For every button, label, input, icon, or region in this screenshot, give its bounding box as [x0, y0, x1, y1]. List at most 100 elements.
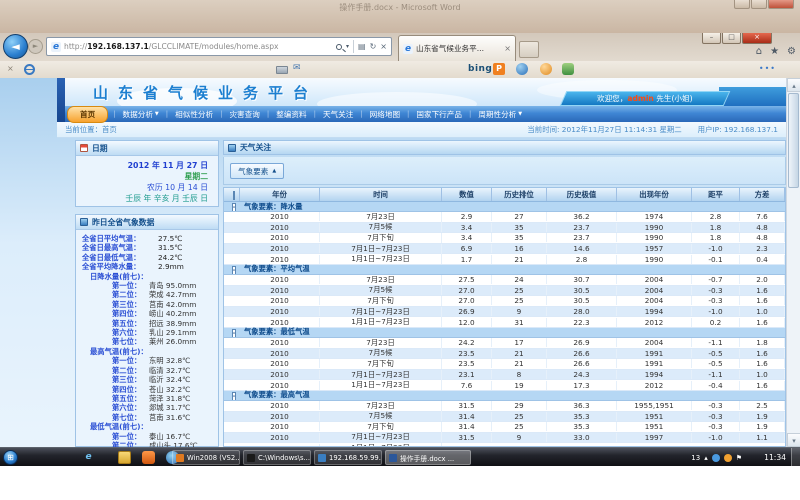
select-all-box[interactable] [224, 188, 240, 201]
tray-up-icon[interactable]: ▴ [704, 454, 708, 462]
back-button[interactable]: ◄ [3, 34, 28, 59]
taskbar-window-0[interactable]: Win2008 (VS2... [172, 450, 240, 465]
addon-icon-orange[interactable] [540, 63, 552, 75]
cell: 14.6 [547, 244, 617, 253]
scroll-up-icon[interactable]: ▴ [787, 78, 800, 92]
panel-icon [228, 144, 236, 152]
minimize-button[interactable]: – [702, 33, 721, 44]
nav-item-7[interactable]: 国家下行产品 [409, 109, 469, 120]
bg-close-button[interactable] [768, 0, 794, 9]
collapse-icon[interactable]: - [232, 329, 237, 337]
bing-logo[interactable]: bing [468, 64, 492, 74]
cell: 2010 [240, 275, 320, 284]
checkbox-icon[interactable] [233, 191, 235, 200]
table-group-header[interactable]: -气象要素：平均气温 [224, 265, 785, 275]
weather-section-title: 日降水量(前七)： [78, 272, 216, 281]
taskbar-clock[interactable]: 11:34 [764, 448, 786, 467]
rank-label: 第六位： [112, 328, 149, 337]
bg-maximize-button[interactable] [751, 0, 767, 9]
home-icon[interactable]: ⌂ [756, 46, 762, 57]
expand-toggle[interactable]: - [224, 265, 240, 274]
taskbar-window-1[interactable]: C:\Windows\s... [243, 450, 311, 465]
nav-item-0[interactable]: 首页 [67, 106, 108, 123]
scroll-down-icon[interactable]: ▾ [787, 433, 800, 447]
nav-item-8[interactable]: 周期性分析▼ [471, 109, 529, 120]
cell: 9 [492, 307, 547, 316]
weather-rank-row: 第六位：郯城 31.7℃ [78, 403, 216, 412]
browser-tab[interactable]: e 山东省气候业务平... × [398, 35, 516, 61]
nav-item-1[interactable]: 数据分析▼ [116, 109, 166, 120]
more-icon[interactable]: ••• [759, 64, 776, 73]
collapse-icon[interactable]: - [232, 266, 237, 274]
ie-quicklaunch-icon[interactable]: e [82, 451, 95, 464]
bg-minimize-button[interactable] [734, 0, 750, 9]
table-group-header[interactable]: -气象要素：最低气温 [224, 328, 785, 338]
table-group-header[interactable]: -气象要素：降水量 [224, 202, 785, 212]
table-row: 20107月下旬27.02530.52004-0.31.6 [224, 296, 785, 307]
table-row: 20107月5候31.42535.31951-0.31.9 [224, 412, 785, 423]
favorites-icon[interactable]: ★ [770, 46, 779, 57]
cell: 26.6 [547, 349, 617, 358]
table-row: 20107月1日~7月23日23.1824.31994-1.11.0 [224, 370, 785, 381]
search-icon[interactable] [336, 44, 342, 50]
maximize-button[interactable]: □ [722, 33, 741, 44]
close-toolbar-icon[interactable]: × [7, 64, 14, 73]
current-time: 当前时间: 2012年11月27日 11:14:31 星期二 [527, 124, 681, 135]
cell: 30.5 [547, 286, 617, 295]
cell: 19 [492, 381, 547, 390]
collapse-icon[interactable]: - [232, 392, 237, 400]
tray-icon-blue[interactable] [712, 454, 720, 462]
tab-close-icon[interactable]: × [504, 44, 511, 53]
stop-icon[interactable]: × [380, 42, 387, 51]
card-icon[interactable] [276, 66, 288, 74]
scrollbar-thumb[interactable] [788, 93, 799, 188]
cell: 2010 [240, 307, 320, 316]
element-filter-button[interactable]: 气象要素 ▲ [230, 163, 284, 179]
cell: 27.0 [442, 296, 492, 305]
expand-toggle[interactable]: - [224, 391, 240, 400]
taskbar-window-3[interactable]: 操作手册.docx ... [385, 450, 471, 465]
app-icon-orange[interactable] [142, 451, 155, 464]
cell: 1990 [617, 223, 692, 232]
gear-icon[interactable]: ⚙ [787, 46, 796, 57]
cell: 1.8 [692, 223, 740, 232]
addon-icon-green[interactable] [562, 63, 574, 75]
cell: 2010 [240, 349, 320, 358]
cell: 9 [492, 433, 547, 442]
collapse-icon[interactable]: - [232, 203, 237, 211]
blocked-icon[interactable] [24, 64, 35, 75]
expand-toggle[interactable]: - [224, 328, 240, 337]
nav-item-5[interactable]: 天气关注 [316, 109, 360, 120]
show-desktop-button[interactable] [791, 448, 800, 467]
action-center-flag-icon[interactable]: ⚑ [736, 454, 742, 462]
refresh-icon[interactable]: ↻ [370, 42, 377, 51]
scrollbar[interactable]: ▴ ▾ [786, 78, 800, 447]
taskbar-window-2[interactable]: 192.168.59.99... [314, 450, 382, 465]
tray-icon-orange[interactable] [724, 454, 732, 462]
cell: 2010 [240, 412, 320, 421]
mail-icon[interactable]: ✉ [293, 63, 301, 73]
compatibility-icon[interactable]: ▤ [358, 42, 366, 51]
cell: 2.3 [740, 244, 785, 253]
explorer-icon[interactable] [118, 451, 131, 464]
expand-toggle[interactable]: - [224, 202, 240, 211]
nav-item-6[interactable]: 网络地图 [363, 109, 407, 120]
address-bar[interactable]: e http://192.168.137.1/GLCCLIMATE/module… [46, 37, 392, 56]
cell: 3.4 [442, 223, 492, 232]
new-tab-button[interactable] [519, 41, 539, 58]
column-header: 出现年份 [617, 188, 692, 201]
cell: 7月23日 [320, 338, 442, 348]
weather-rank-row: 第四位：崂山 40.2mm [78, 309, 216, 318]
table-group-header[interactable]: -气象要素：最高气温 [224, 391, 785, 401]
nav-item-2[interactable]: 相似性分析 [168, 109, 220, 120]
bing-badge-icon[interactable]: P [493, 63, 505, 75]
cell: 7月5候 [320, 222, 442, 232]
start-button[interactable]: ⊞ [3, 450, 18, 465]
addon-icon-blue[interactable] [516, 63, 528, 75]
rank-value: 招远 38.9mm [149, 319, 196, 328]
nav-item-4[interactable]: 整编资料 [269, 109, 313, 120]
close-button[interactable]: × [742, 33, 772, 44]
chevron-down-icon[interactable]: ▾ [346, 43, 349, 50]
forward-button[interactable]: ► [28, 39, 43, 54]
nav-item-3[interactable]: 灾害查询 [222, 109, 266, 120]
